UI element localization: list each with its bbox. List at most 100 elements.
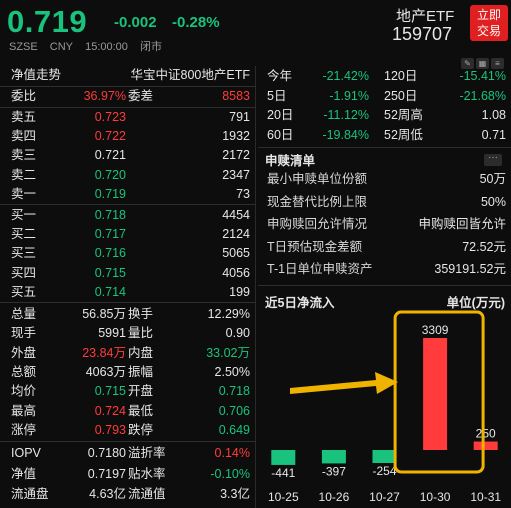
stat-label: 总额 (11, 364, 37, 379)
stat-label: 最低 (128, 403, 154, 418)
bid-level-row: 买五 0.714 199 (0, 283, 256, 302)
inflow-bar (321, 450, 346, 464)
fund-info-panel: 今年 -21.42% 120日 -15.41% 5日 -1.91% 250日 -21.68% 2… (258, 66, 511, 508)
subscription-row: 申购赎回允许情况 申购赎回皆允许 (258, 214, 511, 234)
bid-level-row: 买四 0.715 4056 (0, 264, 256, 283)
bid-price: 0.715 (94, 265, 126, 280)
performance-label: 52周低 (384, 127, 423, 142)
bid-price: 0.714 (94, 284, 126, 299)
inflow-bar (423, 338, 448, 450)
ask-level-label: 卖一 (11, 186, 37, 201)
index-name: 华宝中证800地产ETF (130, 68, 250, 82)
subscription-row: 最小申赎单位份额 50万 (258, 169, 511, 189)
ask-volume: 791 (229, 110, 250, 124)
divider (258, 147, 511, 148)
stat-label: 开盘 (128, 384, 154, 399)
exchange-label: SZSE (9, 41, 38, 53)
divider (0, 441, 256, 442)
stat-label: 跌停 (128, 422, 154, 437)
net-inflow-chart: 近5日净流入 单位(万元) -441 10-25 -397 10-26 -254 10-2… (258, 288, 511, 508)
performance-value: -21.42% (322, 69, 369, 83)
performance-row: 今年 -21.42% 120日 -15.41% (258, 67, 511, 86)
bid-volume: 5065 (222, 246, 250, 261)
ask-level-row: 卖三 0.721 2172 (0, 146, 256, 165)
order-diff-label: 委差 (128, 89, 154, 103)
stat-value: 0.718 (218, 384, 250, 399)
performance-value: -11.12% (323, 108, 369, 122)
inflow-value-label: 250 (476, 427, 496, 441)
performance-row: 20日 -11.12% 52周高 1.08 (258, 106, 511, 125)
valuation-label: 流通值 (128, 487, 166, 501)
currency-label: CNY (49, 41, 74, 53)
subscription-value: 72.52元 (462, 239, 506, 254)
nav-trend-row[interactable]: 净值走势 华宝中证800地产ETF (0, 66, 256, 85)
ask-level-label: 卖五 (11, 110, 37, 124)
date-tick-label: 10-25 (268, 490, 299, 504)
stat-value: 33.02万 (206, 345, 250, 360)
stat-row: 外盘 23.84万 内盘 33.02万 (0, 344, 256, 363)
performance-label: 20日 (267, 108, 294, 122)
stat-label: 量比 (128, 326, 154, 341)
price-change-percent: -0.28% (172, 14, 220, 31)
stat-row: 总量 56.85万 换手 12.29% (0, 305, 256, 324)
trade-now-button[interactable]: 立即 交易 (470, 5, 508, 41)
valuation-label: 净值 (11, 466, 37, 481)
subscription-label: 现金替代比例上限 (267, 194, 368, 209)
ask-volume: 2347 (222, 167, 250, 182)
valuation-row: 净值 0.7197 贴水率 -0.10% (0, 465, 256, 484)
stat-value: 0.90 (225, 326, 250, 341)
price-change: -0.002 (114, 14, 157, 31)
valuation-value: 0.7180 (87, 446, 126, 460)
date-tick-label: 10-26 (319, 490, 350, 504)
valuation-label: 溢折率 (128, 446, 166, 460)
market-meta: SZSE CNY 15:00:00 闭市 (9, 38, 171, 54)
valuation-label: IOPV (11, 446, 41, 460)
bid-volume: 199 (229, 284, 250, 299)
bid-level-label: 买五 (11, 284, 37, 299)
ask-level-row: 卖四 0.722 1932 (0, 127, 256, 146)
bid-level-row: 买二 0.717 2124 (0, 225, 256, 244)
bid-level-label: 买二 (11, 227, 37, 242)
subscription-row: T日预估现金差额 72.52元 (258, 237, 511, 257)
performance-label: 120日 (384, 69, 418, 83)
stat-row: 最高 0.724 最低 0.706 (0, 402, 256, 421)
bid-volume: 4056 (222, 265, 250, 280)
bid-level-label: 买三 (11, 246, 37, 261)
performance-value: -1.91% (329, 88, 369, 103)
stat-value: 2.50% (214, 364, 250, 379)
bid-volume: 4454 (222, 208, 250, 222)
more-icon[interactable]: ··· (484, 153, 502, 166)
stat-label: 涨停 (11, 422, 37, 437)
stat-value: 0.706 (218, 403, 250, 418)
performance-label: 60日 (267, 127, 294, 142)
market-status: 闭市 (139, 41, 162, 53)
performance-row: 60日 -19.84% 52周低 0.71 (258, 126, 511, 145)
valuation-value: 0.14% (214, 446, 250, 460)
fund-code: 159707 (392, 24, 453, 44)
stat-label: 最高 (11, 403, 37, 418)
order-ratio-row: 委比 36.97% 委差 8583 (0, 87, 256, 106)
stat-row: 现手 5991 量比 0.90 (0, 324, 256, 343)
stat-value: 12.29% (207, 307, 250, 321)
stat-label: 均价 (11, 384, 37, 399)
order-ratio-label: 委比 (11, 89, 37, 103)
inflow-value-label: 3309 (422, 323, 449, 337)
ask-price: 0.722 (94, 129, 126, 144)
performance-row: 5日 -1.91% 250日 -21.68% (258, 87, 511, 106)
subscription-row: 现金替代比例上限 50% (258, 192, 511, 212)
bid-level-row: 买一 0.718 4454 (0, 206, 256, 225)
trade-button-line1: 立即 (476, 8, 501, 22)
date-tick-label: 10-30 (420, 490, 451, 504)
stat-row: 涨停 0.793 跌停 0.649 (0, 421, 256, 440)
ask-volume: 1932 (222, 129, 250, 144)
stat-row: 均价 0.715 开盘 0.718 (0, 382, 256, 401)
subscription-value: 申购赎回皆允许 (418, 217, 506, 232)
stat-label: 外盘 (11, 345, 37, 360)
valuation-label: 贴水率 (128, 466, 166, 481)
ask-price: 0.721 (94, 148, 126, 163)
valuation-value: 3.3亿 (220, 487, 250, 501)
performance-value: -15.41% (459, 69, 506, 83)
subscription-title: 申赎清单 (265, 154, 316, 168)
ask-level-label: 卖二 (11, 167, 37, 182)
subscription-value: 50万 (479, 172, 506, 186)
